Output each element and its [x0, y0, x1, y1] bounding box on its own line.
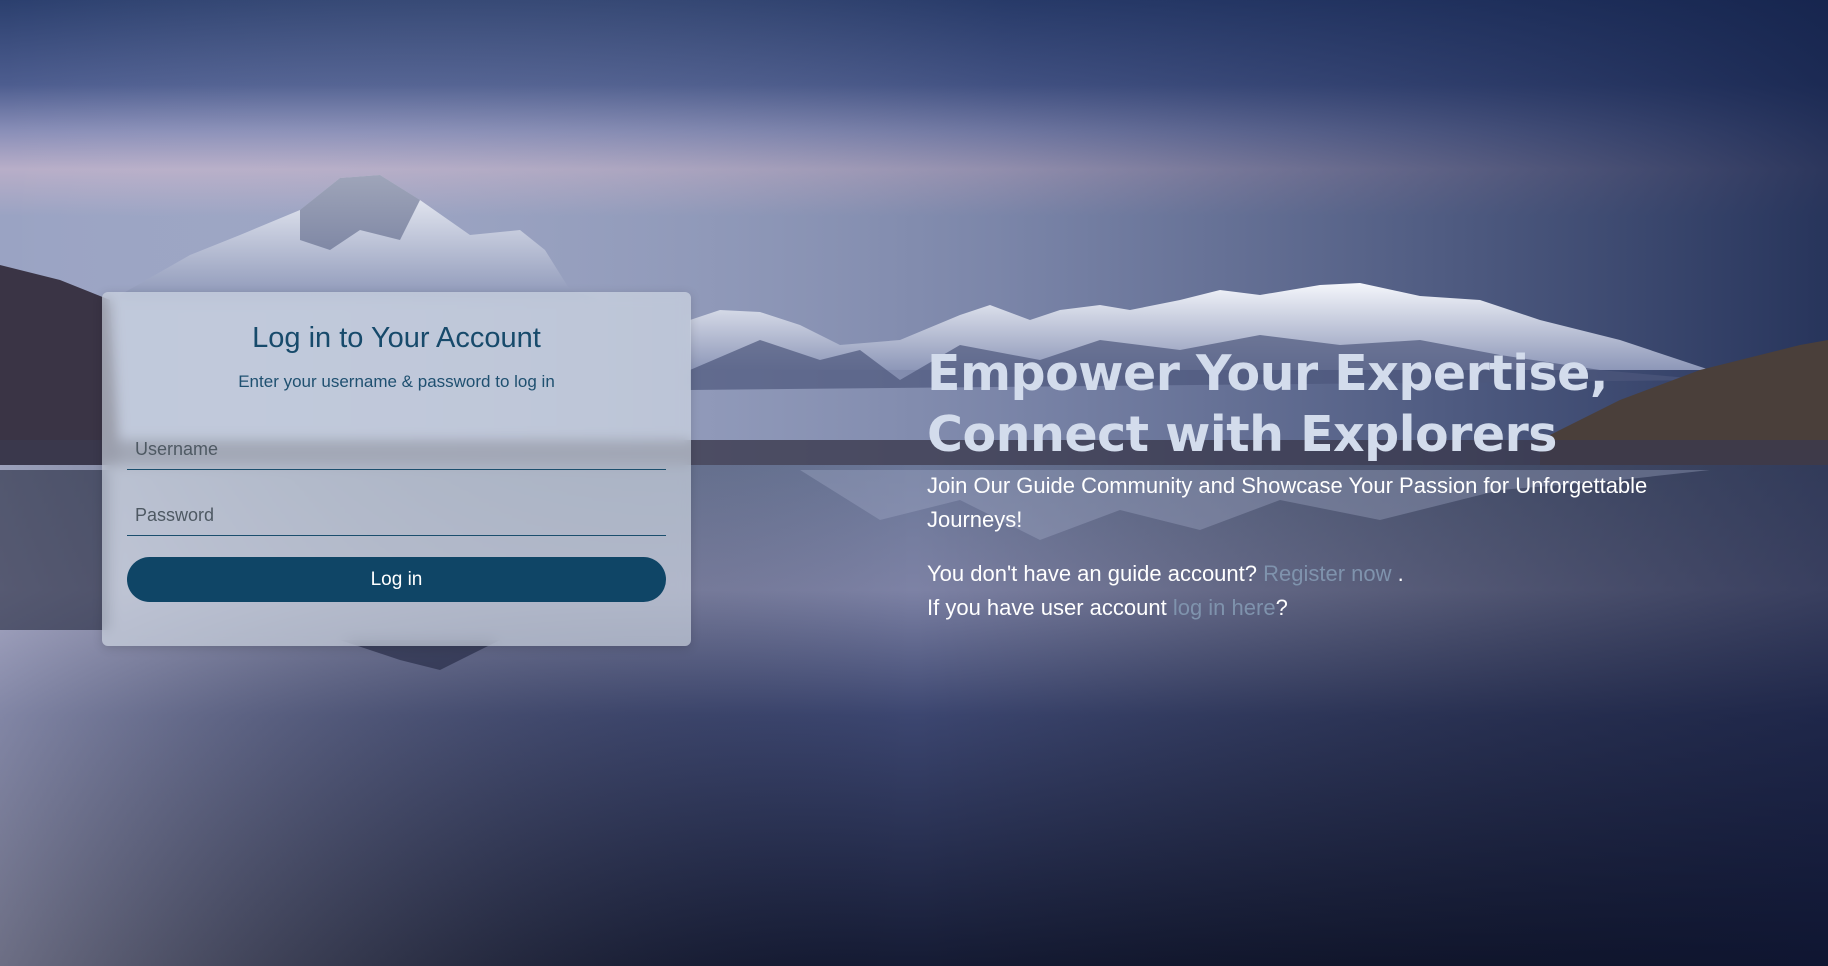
login-button[interactable]: Log in [127, 557, 666, 602]
hero-title: Empower Your Expertise, Connect with Exp… [927, 343, 1807, 465]
login-subtitle: Enter your username & password to log in [238, 372, 555, 391]
login-title: Log in to Your Account [252, 322, 541, 354]
hero-section: Empower Your Expertise, Connect with Exp… [927, 343, 1807, 625]
user-login-prefix: If you have user account [927, 595, 1173, 620]
register-line: You don't have an guide account? Registe… [927, 557, 1807, 591]
user-login-line: If you have user account log in here? [927, 591, 1807, 625]
hero-title-line-1: Empower Your Expertise, [927, 345, 1609, 402]
register-link[interactable]: Register now [1263, 561, 1391, 586]
register-prefix: You don't have an guide account? [927, 561, 1264, 586]
username-input[interactable] [127, 430, 666, 469]
register-suffix: . [1391, 561, 1404, 586]
user-login-suffix: ? [1275, 595, 1288, 620]
password-field [127, 496, 666, 536]
hero-title-line-2: Connect with Explorers [927, 406, 1557, 463]
username-field [127, 430, 666, 470]
hero-subtitle: Join Our Guide Community and Showcase Yo… [927, 473, 1648, 532]
hero-links: You don't have an guide account? Registe… [927, 557, 1807, 625]
login-card: Log in to Your Account Enter your userna… [102, 292, 691, 646]
user-login-link[interactable]: log in here [1173, 595, 1276, 620]
password-input[interactable] [127, 496, 666, 535]
